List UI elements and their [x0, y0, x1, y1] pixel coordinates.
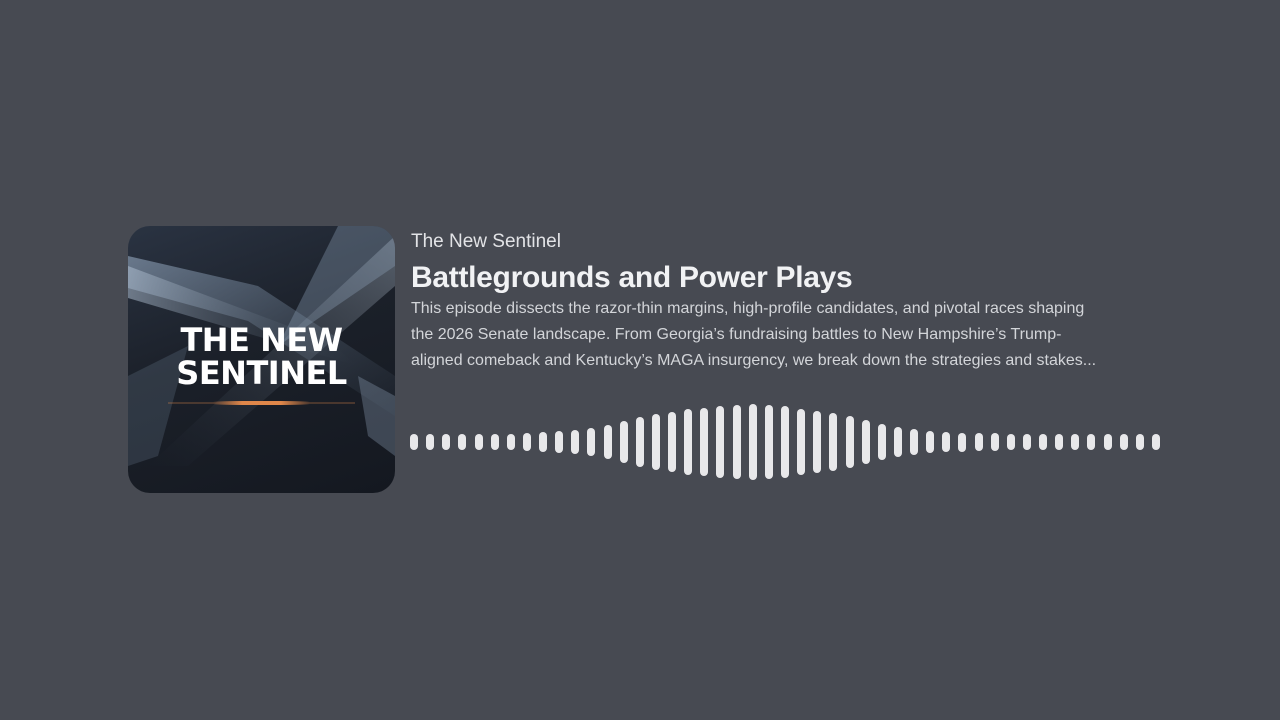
waveform-bar	[1135, 433, 1144, 451]
audio-waveform	[410, 404, 1160, 480]
waveform-bar	[603, 424, 612, 460]
description-line: aligned comeback and Kentucky’s MAGA ins…	[411, 352, 1097, 369]
cover-title-line-2: SENTINEL	[176, 354, 347, 392]
waveform-bar	[651, 413, 660, 471]
waveform-bar	[458, 433, 467, 451]
waveform-bar	[506, 433, 515, 451]
episode-description: This episode dissects the razor-thin mar…	[411, 296, 1156, 374]
waveform-bar	[893, 426, 902, 458]
waveform-bar	[732, 404, 741, 480]
waveform-bar	[748, 404, 757, 480]
waveform-bar	[1152, 433, 1160, 451]
waveform-bar	[716, 406, 725, 478]
episode-meta: The New Sentinel Battlegrounds and Power…	[411, 230, 1156, 374]
episode-card: THE NEW SENTINEL The New Sentinel Battle…	[128, 226, 1160, 494]
waveform-bar	[1071, 433, 1080, 451]
waveform-bar	[861, 419, 870, 465]
description-line: the 2026 Senate landscape. From Georgia’…	[411, 326, 1062, 343]
show-name: The New Sentinel	[411, 231, 561, 252]
description-line: This episode dissects the razor-thin mar…	[411, 300, 1085, 317]
waveform-bar	[877, 423, 886, 461]
waveform-bar	[555, 431, 564, 453]
waveform-bar	[619, 420, 628, 464]
waveform-bar	[797, 408, 806, 476]
waveform-bar	[1022, 433, 1031, 451]
waveform-bar	[635, 416, 644, 468]
waveform-bar	[1006, 433, 1015, 451]
waveform-bar	[942, 431, 951, 453]
waveform-bar	[974, 432, 983, 452]
cover-title-line-1: THE NEW	[180, 321, 343, 359]
waveform-bar	[990, 433, 999, 451]
waveform-bar	[571, 429, 580, 455]
waveform-bar	[910, 429, 919, 455]
waveform-bar	[764, 404, 773, 480]
waveform-bar	[442, 433, 451, 451]
waveform-bar	[490, 433, 499, 451]
waveform-bar	[845, 416, 854, 468]
podcast-cover-art: THE NEW SENTINEL	[128, 226, 395, 493]
waveform-bar	[426, 433, 435, 451]
waveform-bar	[522, 432, 531, 452]
waveform-bar	[410, 433, 418, 451]
waveform-bar	[474, 433, 483, 451]
episode-title: Battlegrounds and Power Plays	[411, 261, 853, 294]
waveform-bar	[813, 410, 822, 474]
waveform-bar	[587, 427, 596, 457]
waveform-bar	[781, 406, 789, 478]
waveform-bar	[1119, 433, 1128, 451]
waveform-bar	[1103, 433, 1112, 451]
waveform-bar	[668, 411, 677, 473]
waveform-bar	[1039, 433, 1048, 451]
waveform-bar	[1055, 433, 1064, 451]
waveform-bar	[958, 432, 967, 452]
waveform-bar	[1087, 433, 1096, 451]
waveform-bar	[700, 407, 709, 477]
cover-accent-rule	[168, 401, 355, 405]
waveform-bar	[926, 430, 935, 454]
waveform-bar	[684, 409, 693, 475]
waveform-bar	[539, 432, 548, 452]
waveform-bar	[829, 413, 838, 471]
